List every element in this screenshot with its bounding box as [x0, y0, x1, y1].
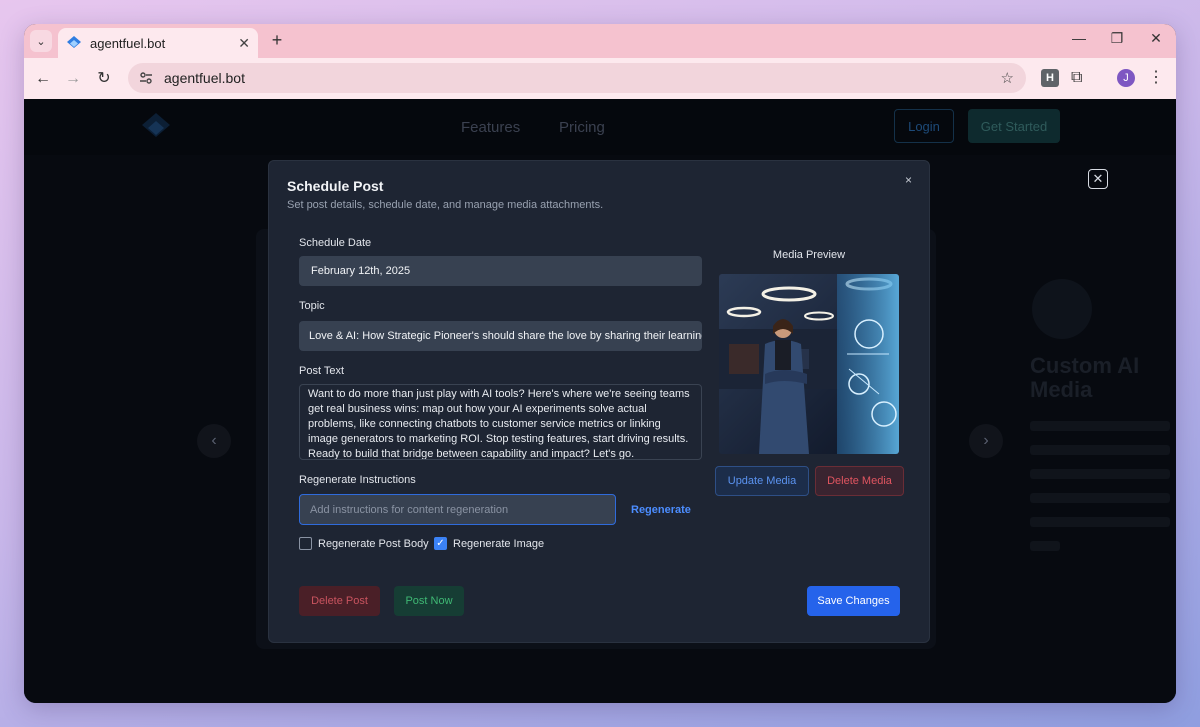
nav-features-link[interactable]: Features	[461, 119, 520, 136]
extensions-puzzle-icon[interactable]: ⧉	[1071, 69, 1089, 87]
modal-title: Schedule Post	[287, 178, 384, 194]
background-feature-icon	[1032, 279, 1092, 339]
overlay-close-icon[interactable]: ✕	[1088, 169, 1108, 189]
site-navbar: Features Pricing Login Get Started	[24, 99, 1176, 155]
agentfuel-favicon-icon	[67, 36, 81, 48]
modal-subtitle: Set post details, schedule date, and man…	[287, 199, 604, 211]
tab-title: agentfuel.bot	[90, 35, 166, 51]
topic-input[interactable]: Love & AI: How Strategic Pioneer's shoul…	[299, 321, 702, 351]
tab-close-icon[interactable]: ✕	[238, 35, 250, 52]
nav-pricing-link[interactable]: Pricing	[559, 119, 605, 136]
schedule-post-modal: Schedule Post Set post details, schedule…	[268, 160, 930, 643]
tab-search-button[interactable]: ⌄	[30, 30, 52, 52]
save-changes-button[interactable]: Save Changes	[807, 586, 900, 616]
post-text-area[interactable]: Want to do more than just play with AI t…	[299, 384, 702, 460]
regenerate-post-body-label: Regenerate Post Body	[318, 537, 429, 550]
address-bar[interactable]: agentfuel.bot ☆	[128, 63, 1026, 93]
new-tab-button[interactable]: +	[266, 30, 288, 51]
carousel-prev-icon[interactable]: ‹	[197, 424, 231, 458]
background-text-line	[1030, 517, 1170, 527]
kebab-menu-icon[interactable]: ⋮	[1147, 69, 1165, 87]
delete-post-button[interactable]: Delete Post	[299, 586, 380, 616]
post-text-label: Post Text	[299, 365, 345, 377]
media-preview-image	[719, 274, 899, 454]
regenerate-post-body-checkbox[interactable]	[299, 537, 312, 550]
post-now-button[interactable]: Post Now	[394, 586, 464, 616]
url-text: agentfuel.bot	[164, 70, 245, 86]
regenerate-image-option[interactable]: ✓ Regenerate Image	[434, 537, 544, 550]
forward-arrow-icon[interactable]: →	[62, 68, 84, 90]
extension-h-icon[interactable]: H	[1041, 69, 1059, 87]
login-button[interactable]: Login	[894, 109, 954, 143]
regenerate-post-body-option[interactable]: Regenerate Post Body	[299, 537, 429, 550]
restore-icon[interactable]: ❐	[1106, 30, 1128, 47]
chevron-down-icon: ⌄	[36, 35, 46, 48]
regenerate-button[interactable]: Regenerate	[631, 504, 691, 516]
carousel-next-icon[interactable]: ›	[969, 424, 1003, 458]
bookmark-star-icon[interactable]: ☆	[1001, 69, 1014, 87]
regenerate-instructions-label: Regenerate Instructions	[299, 474, 416, 486]
background-text-line	[1030, 445, 1170, 455]
schedule-date-label: Schedule Date	[299, 237, 372, 249]
page-content: Features Pricing Login Get Started ‹ › ✕…	[24, 99, 1176, 703]
tab-bar: ⌄ agentfuel.bot ✕ + — ❐ ✕	[24, 24, 1176, 58]
background-text-line	[1030, 541, 1060, 551]
browser-toolbar: ← → ↻ agentfuel.bot ☆ H ⧉ J ⋮	[24, 58, 1176, 99]
get-started-button[interactable]: Get Started	[968, 109, 1060, 143]
back-arrow-icon[interactable]: ←	[32, 68, 54, 90]
reload-icon[interactable]: ↻	[93, 68, 115, 90]
site-settings-icon[interactable]	[138, 70, 154, 86]
window-close-icon[interactable]: ✕	[1145, 30, 1167, 47]
regenerate-image-checkbox[interactable]: ✓	[434, 537, 447, 550]
site-logo-icon[interactable]	[140, 111, 172, 143]
topic-label: Topic	[299, 300, 325, 312]
update-media-button[interactable]: Update Media	[715, 466, 809, 496]
background-feature-title: Custom AI Media	[1030, 353, 1140, 402]
background-text-line	[1030, 421, 1170, 431]
profile-avatar[interactable]: J	[1117, 69, 1135, 87]
tab-agentfuel[interactable]: agentfuel.bot ✕	[58, 28, 258, 58]
background-text-line	[1030, 469, 1170, 479]
regenerate-instructions-input[interactable]: Add instructions for content regeneratio…	[299, 494, 616, 525]
regenerate-image-label: Regenerate Image	[453, 537, 545, 550]
browser-window: ⌄ agentfuel.bot ✕ + — ❐ ✕ ← → ↻ agentfue…	[24, 24, 1176, 703]
modal-close-icon[interactable]: ×	[905, 173, 912, 187]
delete-media-button[interactable]: Delete Media	[815, 466, 904, 496]
minimize-icon[interactable]: —	[1068, 30, 1090, 46]
background-text-line	[1030, 493, 1170, 503]
media-preview-label: Media Preview	[772, 249, 846, 261]
schedule-date-input[interactable]: February 12th, 2025	[299, 256, 702, 286]
